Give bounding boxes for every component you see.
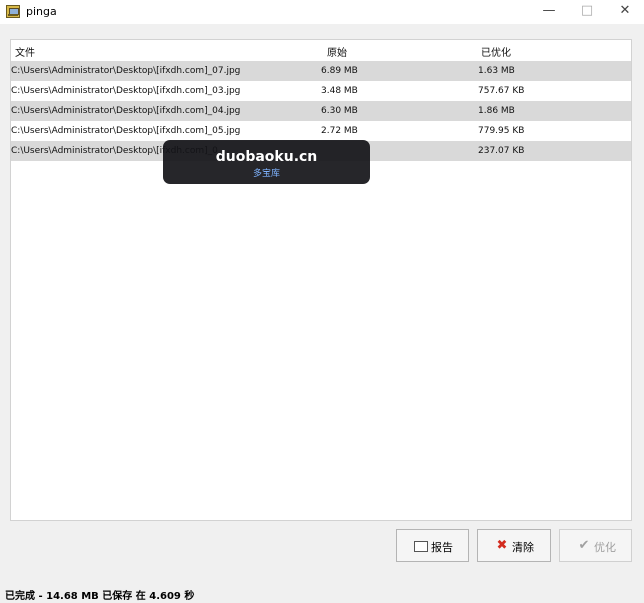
window-title: pinga xyxy=(26,5,57,18)
close-button[interactable]: ✕ xyxy=(606,0,644,24)
column-header-original[interactable]: 原始 xyxy=(327,44,347,59)
report-icon xyxy=(414,539,428,553)
file-path: C:\Users\Administrator\Desktop\[ifxdh.co… xyxy=(11,106,241,116)
original-size: 3.48 MB xyxy=(321,86,358,96)
table-row[interactable]: C:\Users\Administrator\Desktop\[ifxdh.co… xyxy=(11,101,631,121)
watermark-overlay: duobaoku.cn 多宝库 xyxy=(163,140,370,184)
clear-button[interactable]: ✖ 清除 xyxy=(477,529,551,562)
table-row[interactable]: C:\Users\Administrator\Desktop\[ifxdh.co… xyxy=(11,81,631,101)
optimized-size: 1.86 MB xyxy=(478,106,515,116)
file-list[interactable]: 文件 原始 已优化 C:\Users\Administrator\Desktop… xyxy=(10,39,632,521)
original-size: 6.30 MB xyxy=(321,106,358,116)
report-button-label: 报告 xyxy=(431,541,453,554)
file-path: C:\Users\Administrator\Desktop\[ifxdh.co… xyxy=(11,66,241,76)
file-path: C:\Users\Administrator\Desktop\[ifxdh.co… xyxy=(11,86,241,96)
table-row[interactable]: C:\Users\Administrator\Desktop\[ifxdh.co… xyxy=(11,121,631,141)
x-icon: ✖ xyxy=(496,538,508,553)
original-size: 6.89 MB xyxy=(321,66,358,76)
minimize-button[interactable]: — xyxy=(530,0,568,24)
app-icon xyxy=(6,5,20,18)
status-bar-text: 已完成 - 14.68 MB 已保存 在 4.609 秒 xyxy=(5,591,195,602)
list-header: 文件 原始 已优化 xyxy=(11,40,631,61)
report-button[interactable]: 报告 xyxy=(396,529,469,562)
watermark-subtext: 多宝库 xyxy=(252,169,280,179)
title-bar: pinga — □ ✕ xyxy=(0,0,644,24)
table-row[interactable]: C:\Users\Administrator\Desktop\[ifxdh.co… xyxy=(11,61,631,81)
clear-button-label: 清除 xyxy=(512,541,534,554)
optimized-size: 1.63 MB xyxy=(478,66,515,76)
original-size: 2.72 MB xyxy=(321,126,358,136)
optimize-button[interactable]: ✔ 优化 xyxy=(559,529,632,562)
optimize-button-label: 优化 xyxy=(594,541,616,554)
column-header-file[interactable]: 文件 xyxy=(15,44,35,59)
optimized-size: 757.67 KB xyxy=(478,86,525,96)
column-header-optimized[interactable]: 已优化 xyxy=(481,44,511,59)
optimized-size: 237.07 KB xyxy=(478,146,525,156)
check-icon: ✔ xyxy=(578,538,590,553)
optimized-size: 779.95 KB xyxy=(478,126,525,136)
maximize-button[interactable]: □ xyxy=(568,0,606,24)
file-path: C:\Users\Administrator\Desktop\[ifxdh.co… xyxy=(11,126,241,136)
watermark-text: duobaoku.cn xyxy=(215,149,318,165)
